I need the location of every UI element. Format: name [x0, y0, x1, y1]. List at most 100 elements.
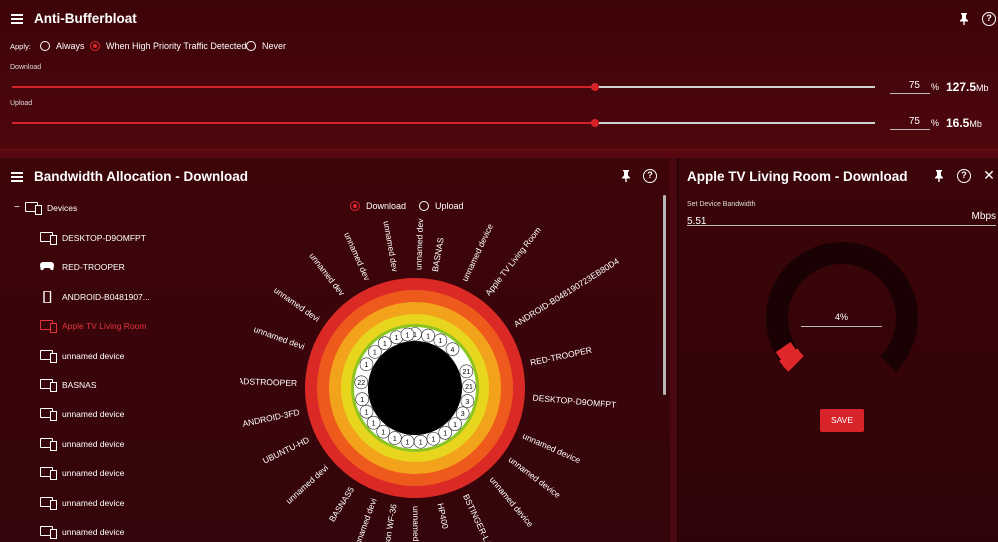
menu-icon[interactable]	[11, 172, 23, 182]
allocation-badge-value: 1	[365, 409, 369, 416]
allocation-badge-value: 1	[453, 422, 457, 429]
allocation-badge-value: 1	[395, 335, 399, 342]
save-button[interactable]: SAVE	[820, 409, 864, 432]
apply-option-always[interactable]: Always	[40, 41, 85, 51]
gauge-percent-input[interactable]: 4%	[801, 312, 882, 327]
allocation-badge: 3	[455, 406, 470, 421]
device-wheel-label: unnamed dev	[381, 220, 400, 273]
menu-icon[interactable]	[11, 14, 23, 24]
bandwidth-wheel: 1 1142121331111111111221111 1BASNAS unnamed…	[240, 218, 621, 542]
device-list-item[interactable]: Apple TV Living Room	[40, 320, 146, 334]
device-wheel-label: ANDROID-B048190723EB80D4	[512, 256, 621, 329]
help-icon[interactable]: ?	[957, 169, 971, 183]
scrollbar[interactable]	[663, 195, 666, 395]
device-wheel-label: HP400	[435, 502, 450, 530]
bandwidth-input[interactable]: 5.51 Mbps	[687, 211, 996, 227]
pin-icon[interactable]	[932, 169, 946, 183]
pin-icon[interactable]	[957, 12, 971, 26]
device-wheel-label: unnamed device	[507, 454, 563, 500]
device-list-item[interactable]: unnamed device	[40, 526, 124, 539]
device-list-item[interactable]: unnamed device	[40, 496, 124, 510]
allocation-badge: 1	[359, 404, 374, 419]
wheel-center	[368, 341, 462, 435]
device-list-item[interactable]: unnamed device	[40, 467, 124, 481]
allocation-badge: 21	[459, 364, 474, 379]
monitor-icon	[40, 408, 57, 422]
allocation-badge-value: 1	[438, 338, 442, 345]
upload-slider-fill	[12, 122, 595, 124]
allocation-badge: 21	[462, 379, 476, 393]
download-slider-handle[interactable]	[591, 83, 599, 91]
monitor-icon	[40, 467, 57, 481]
download-label: Download	[10, 64, 42, 71]
upload-slider-handle[interactable]	[591, 119, 599, 127]
device-wheel-label: UBUNTU-HD	[261, 435, 311, 466]
monitor-icon	[40, 349, 57, 363]
allocation-badge-value: 1	[381, 429, 385, 436]
device-wheel-label: unnamed dev	[307, 251, 347, 298]
monitor-icon	[40, 379, 57, 392]
gamepad-icon	[40, 261, 55, 273]
device-list-item[interactable]: RED-TROOPER	[40, 261, 125, 273]
device-wheel-label: unnamed device	[411, 506, 421, 542]
device-list-item[interactable]: unnamed device	[40, 408, 124, 422]
allocation-badge: 1	[421, 328, 435, 343]
device-detail-title: Apple TV Living Room - Download	[687, 169, 908, 184]
device-wheel-label: unnamed devi	[252, 324, 306, 352]
allocation-badge: 1	[438, 425, 452, 440]
allocation-badge: 1	[378, 336, 392, 351]
apply-label: Apply:	[10, 42, 31, 51]
device-wheel-label: Apple TV Living Room	[483, 225, 543, 298]
download-slider[interactable]	[12, 83, 875, 91]
allocation-badge-value: 1	[360, 397, 364, 404]
device-wheel-label: unnamed device	[460, 222, 496, 283]
allocation-badge: 1	[426, 431, 441, 446]
device-wheel-label: son WF-36	[382, 503, 399, 542]
allocation-badge: 1	[355, 392, 369, 407]
allocation-badge-value: 21	[465, 384, 473, 391]
device-list-item[interactable]: unnamed device	[40, 349, 124, 363]
monitor-icon	[40, 496, 57, 510]
radio-icon	[246, 41, 256, 51]
upload-percent-sign: %	[931, 118, 940, 128]
allocation-badge-value: 21	[462, 369, 470, 376]
gauge-track	[766, 242, 918, 372]
device-list-item[interactable]: DESKTOP-D9OMFPT	[40, 232, 146, 245]
upload-rate: 16.5Mb	[946, 116, 982, 130]
upload-percent-input[interactable]: 75	[890, 116, 930, 130]
allocation-badge: 22	[354, 375, 369, 390]
allocation-badge-value: 1	[432, 437, 436, 444]
bandwidth-field-label: Set Device Bandwidth	[687, 201, 756, 208]
device-list-item[interactable]: BASNAS	[40, 379, 97, 392]
device-wheel-label: BASNAS5	[327, 485, 356, 524]
upload-slider[interactable]	[12, 119, 875, 127]
allocation-badge-value: 1	[419, 440, 423, 447]
device-wheel-label: DADSTROOPER	[240, 376, 297, 388]
collapse-icon[interactable]: −	[14, 202, 20, 213]
upload-label: Upload	[10, 100, 33, 107]
allocation-badge-value: 1	[406, 332, 410, 339]
close-icon[interactable]: ✕	[982, 168, 996, 182]
allocation-badge: 1	[359, 357, 374, 372]
device-wheel-label: unnamed devi	[284, 463, 330, 506]
allocation-badge: 1	[366, 415, 381, 430]
download-percent-input[interactable]: 75	[890, 80, 930, 94]
radio-selected-icon	[90, 41, 100, 51]
device-wheel-label: BSTINGER-LAPTOP	[461, 493, 504, 542]
allocation-badge-value: 1	[383, 341, 387, 348]
device-wheel-label: RED-TROOPER	[529, 345, 593, 368]
allocation-badge-value: 1	[365, 362, 369, 369]
tree-root-devices[interactable]: Devices	[25, 202, 77, 215]
apply-option-never[interactable]: Never	[246, 41, 286, 51]
apply-option-high-priority[interactable]: When High Priority Traffic Detected	[90, 41, 246, 51]
device-list-item[interactable]: unnamed device	[40, 437, 124, 451]
panel-divider	[670, 158, 677, 542]
device-list-item[interactable]: ANDROID-B0481907...	[40, 290, 150, 304]
allocation-badge: 1	[413, 434, 428, 449]
devices-icon	[25, 202, 42, 215]
allocation-badge: 1	[400, 327, 415, 342]
help-icon[interactable]: ?	[982, 12, 996, 26]
allocation-badge-value: 1	[372, 421, 376, 428]
device-wheel-label: unnamed device	[521, 431, 582, 466]
radio-icon	[40, 41, 50, 51]
